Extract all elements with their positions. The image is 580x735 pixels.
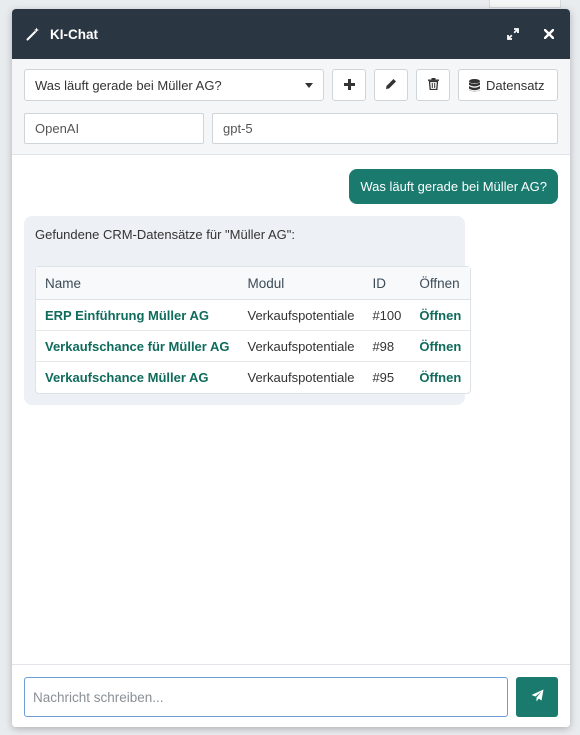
record-id: #95 bbox=[372, 370, 395, 385]
record-module: Verkaufspotentiale bbox=[238, 331, 364, 362]
table-row: Verkaufschance Müller AG Verkaufspotenti… bbox=[36, 362, 470, 393]
window-titlebar: KI-Chat bbox=[12, 9, 570, 59]
rename-chat-button[interactable] bbox=[374, 69, 408, 101]
record-module: Verkaufspotentiale bbox=[238, 300, 364, 331]
delete-chat-button[interactable] bbox=[416, 69, 450, 101]
send-button[interactable] bbox=[516, 677, 558, 717]
record-id: #98 bbox=[363, 331, 411, 362]
table-row: Verkaufschance für Müller AG Verkaufspot… bbox=[36, 331, 471, 362]
message-input[interactable] bbox=[24, 677, 508, 717]
record-module: Verkaufspotentiale bbox=[247, 370, 355, 385]
trash-icon bbox=[427, 77, 439, 93]
chat-toolbar: Was läuft gerade bei Müller AG? Datensat… bbox=[12, 59, 570, 155]
table-row: ERP Einführung Müller AG Verkaufspotenti… bbox=[36, 300, 471, 331]
conversation-select[interactable]: Was läuft gerade bei Müller AG? bbox=[24, 69, 324, 101]
close-icon[interactable] bbox=[542, 27, 556, 41]
assistant-message-bubble: Gefundene CRM-Datensätze für "Müller AG"… bbox=[24, 216, 472, 405]
open-record-link[interactable]: Öffnen bbox=[419, 339, 461, 354]
conversation-select-value: Was läuft gerade bei Müller AG? bbox=[35, 77, 222, 93]
open-record-link[interactable]: Öffnen bbox=[419, 308, 461, 323]
magic-wand-icon bbox=[26, 27, 40, 41]
table-header-row: Name Modul ID Öffnen bbox=[36, 267, 471, 300]
new-chat-button[interactable] bbox=[332, 69, 366, 101]
chevron-down-icon bbox=[305, 82, 313, 88]
column-header-open: Öffnen bbox=[410, 267, 471, 300]
plus-icon bbox=[343, 78, 355, 93]
pencil-icon bbox=[385, 78, 397, 93]
dataset-button[interactable]: Datensatz bbox=[458, 69, 558, 101]
crm-results-table: Name Modul ID Öffnen ERP Einführung Müll… bbox=[35, 266, 472, 394]
record-id: #100 bbox=[363, 300, 411, 331]
message-composer bbox=[12, 664, 570, 727]
record-name-link[interactable]: Verkaufschance Müller AG bbox=[45, 370, 209, 385]
record-name-link[interactable]: Verkaufschance für Müller AG bbox=[45, 339, 229, 354]
chat-history: Was läuft gerade bei Müller AG? Gefunden… bbox=[12, 155, 570, 665]
ki-chat-window: KI-Chat Was läuft gerade bei Müller AG? bbox=[12, 9, 570, 727]
provider-field[interactable]: OpenAI bbox=[24, 113, 204, 144]
model-field[interactable]: gpt-5 bbox=[212, 113, 558, 144]
expand-icon[interactable] bbox=[506, 27, 520, 41]
window-title: KI-Chat bbox=[50, 26, 98, 42]
background-tab bbox=[489, 0, 561, 8]
column-header-module: Modul bbox=[238, 267, 364, 300]
assistant-message-text: Gefundene CRM-Datensätze für "Müller AG"… bbox=[35, 227, 295, 242]
user-message-bubble: Was läuft gerade bei Müller AG? bbox=[349, 169, 558, 204]
column-header-id: ID bbox=[363, 267, 411, 300]
record-name-link[interactable]: ERP Einführung Müller AG bbox=[45, 308, 209, 323]
dataset-button-label: Datensatz bbox=[486, 77, 545, 93]
column-header-name: Name bbox=[36, 267, 239, 300]
open-record-link[interactable]: Öffnen bbox=[419, 370, 461, 385]
paper-plane-icon bbox=[531, 689, 544, 705]
database-icon bbox=[469, 78, 480, 92]
